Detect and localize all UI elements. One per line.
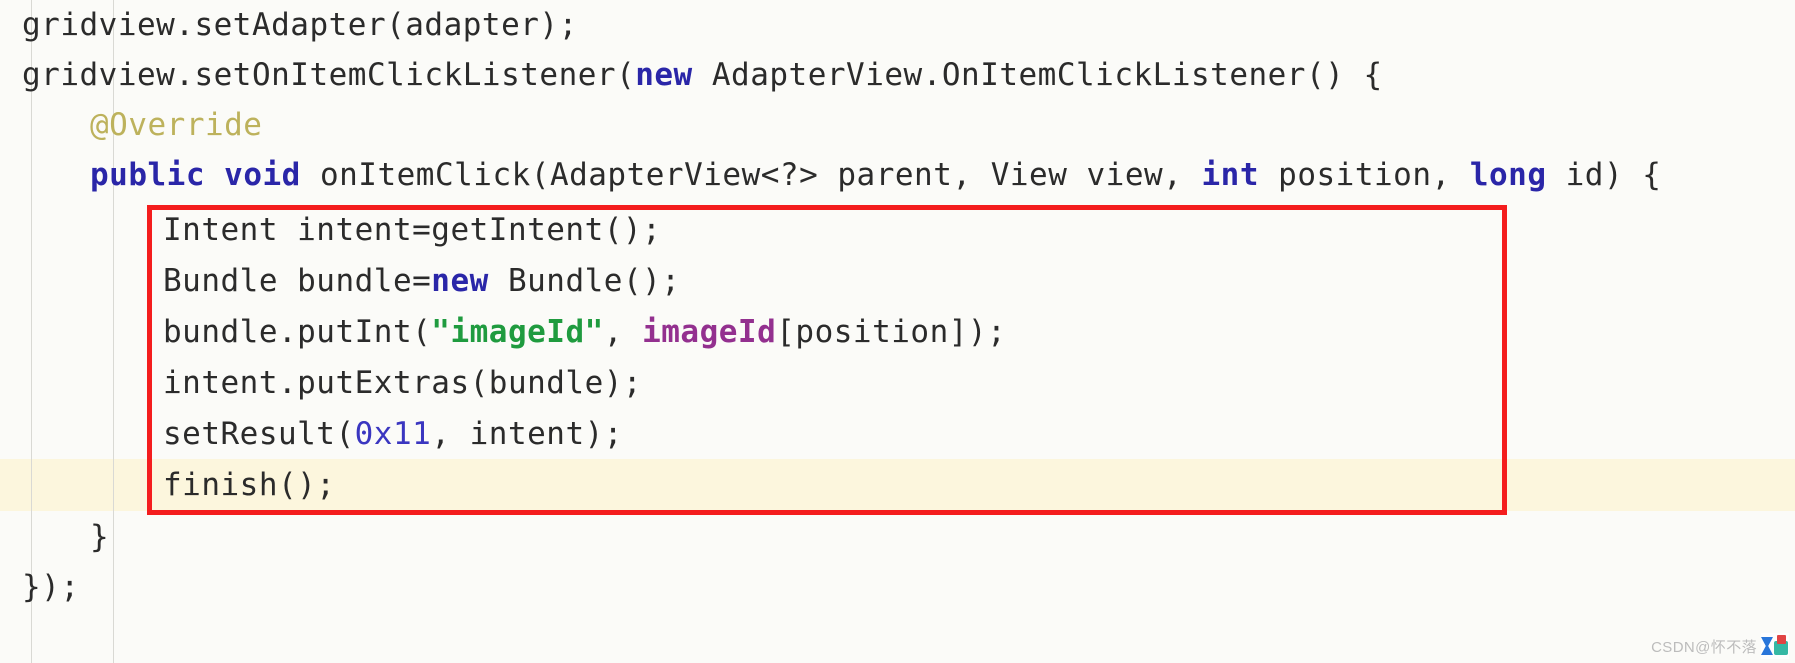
code-line-2: gridview.setOnItemClickListener(new Adap… [22,57,1383,93]
code-line-8: intent.putExtras(bundle); [163,365,643,401]
code-line-5: Intent intent=getIntent(); [163,212,662,248]
code-line-9: setResult(0x11, intent); [163,416,623,452]
code-line-3: @Override [90,107,263,143]
code-line-6: Bundle bundle=new Bundle(); [163,263,681,299]
watermark-text: CSDN@怀不落 [1651,638,1757,656]
csdn-logo-icon [1761,633,1789,659]
code-editor-screenshot: gridview.setAdapter(adapter); gridview.s… [0,0,1795,663]
code-line-11: } [90,519,110,555]
code-line-1: gridview.setAdapter(adapter); [22,7,578,43]
code-content[interactable]: gridview.setAdapter(adapter); gridview.s… [0,0,1795,663]
code-line-4: public void onItemClick(AdapterView<?> p… [90,157,1662,193]
code-line-12: }); [22,569,80,605]
watermark: CSDN@怀不落 [1651,633,1789,659]
code-line-10: finish(); [163,467,336,503]
code-line-7: bundle.putInt("imageId", imageId[positio… [163,314,1007,350]
